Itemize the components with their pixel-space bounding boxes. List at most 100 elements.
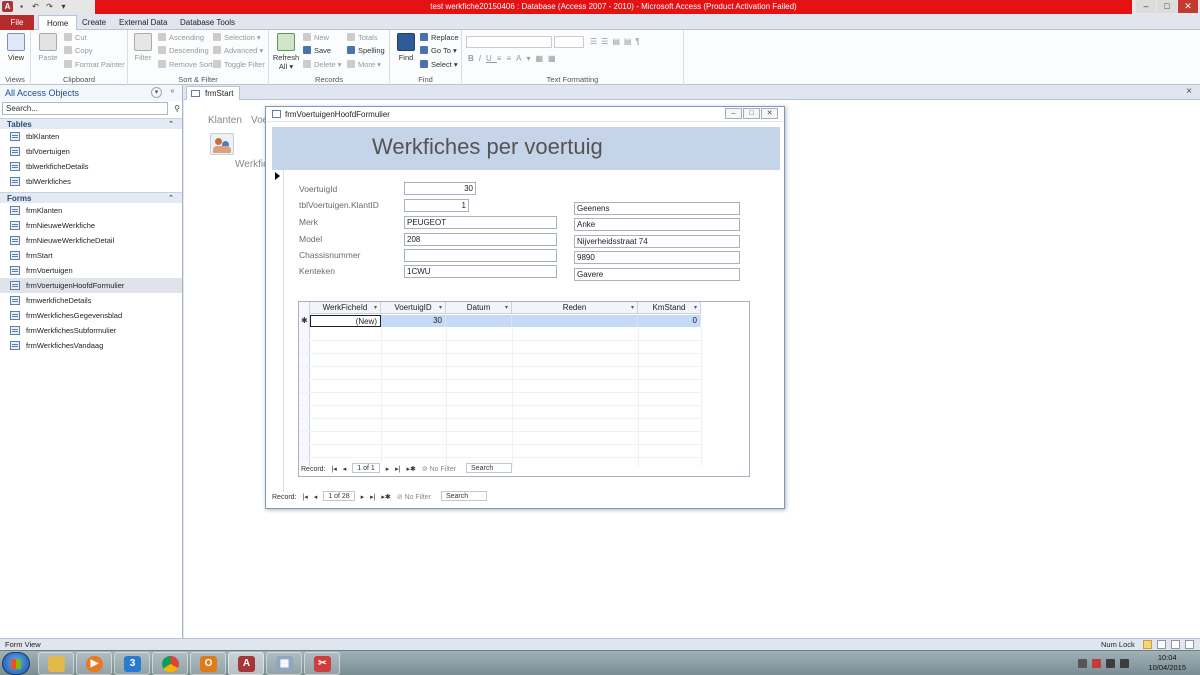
shutter-bar-icon[interactable]: « xyxy=(167,87,178,98)
find-button[interactable]: Find xyxy=(391,33,421,62)
dropdown-icon[interactable]: ▾ xyxy=(505,302,508,314)
nav-item-frmnieuwewerkfichedetail[interactable]: frmNieuweWerkficheDetail xyxy=(0,233,182,248)
tray-arrow-icon[interactable] xyxy=(1078,659,1087,668)
descending-button[interactable]: Descending xyxy=(158,45,209,57)
paste-button[interactable]: Paste xyxy=(33,33,63,62)
nav-search-input[interactable]: Search... ⚲ xyxy=(2,102,180,115)
network-icon[interactable] xyxy=(1106,659,1115,668)
dropdown-icon[interactable]: ▾ xyxy=(631,302,634,314)
save-icon[interactable]: ▪ xyxy=(16,1,27,12)
new-record-button[interactable]: ▸✱ xyxy=(381,492,390,504)
first-record-button[interactable]: |◂ xyxy=(302,492,307,504)
popup-maximize-button[interactable]: □ xyxy=(743,108,760,119)
taskbar-chrome[interactable] xyxy=(152,652,188,675)
nav-item-frmnieuwewerkfiche[interactable]: frmNieuweWerkfiche xyxy=(0,218,182,233)
cell-werkficheid[interactable]: (New) xyxy=(310,315,381,327)
tab-file[interactable]: File xyxy=(0,15,34,30)
model-field[interactable]: 208 xyxy=(404,233,557,246)
selection-button[interactable]: Selection ▾ xyxy=(213,32,261,44)
totals-button[interactable]: Totals xyxy=(347,32,378,44)
tab-database-tools[interactable]: Database Tools xyxy=(172,15,243,30)
go-to-button[interactable]: Go To ▾ xyxy=(420,45,457,57)
previous-record-button[interactable]: ◂ xyxy=(314,492,318,504)
klant-adres-field[interactable]: Nijverheidsstraat 74 xyxy=(574,235,740,248)
tray-flag-icon[interactable] xyxy=(1092,659,1101,668)
voertuigid-field[interactable]: 30 xyxy=(404,182,476,195)
refresh-all-button[interactable]: Refresh All ▾ xyxy=(271,33,301,71)
nav-item-tblwerkfiches[interactable]: tblWerkfiches xyxy=(0,174,182,189)
redo-icon[interactable]: ↷ xyxy=(44,1,55,12)
next-record-button[interactable]: ▸ xyxy=(361,492,365,504)
minimize-button[interactable]: – xyxy=(1136,0,1156,13)
advanced-button[interactable]: Advanced ▾ xyxy=(213,45,263,57)
remove-sort-button[interactable]: Remove Sort xyxy=(158,59,213,71)
customize-toolbar-icon[interactable]: ▾ xyxy=(58,1,69,12)
taskbar-explorer[interactable] xyxy=(38,652,74,675)
search-icon[interactable]: ⚲ xyxy=(174,103,180,114)
popup-close-button[interactable]: ✕ xyxy=(761,108,778,119)
column-header-datum[interactable]: Datum ▾ xyxy=(446,302,512,314)
nav-item-frmklanten[interactable]: frmKlanten xyxy=(0,203,182,218)
first-record-button[interactable]: |◂ xyxy=(331,464,336,476)
subform-record-position[interactable]: 1 of 1 xyxy=(352,463,380,473)
record-selector[interactable] xyxy=(272,170,284,492)
taskbar-access[interactable]: A xyxy=(228,652,264,675)
toggle-filter-button[interactable]: Toggle Filter xyxy=(213,59,265,71)
cell-datum[interactable] xyxy=(446,315,512,327)
view-button[interactable]: View xyxy=(1,33,31,62)
undo-icon[interactable]: ↶ xyxy=(30,1,41,12)
font-size-select[interactable] xyxy=(554,36,584,48)
format-painter-button[interactable]: Format Painter xyxy=(64,59,125,71)
column-header-kmstand[interactable]: KmStand ▾ xyxy=(638,302,701,314)
kenteken-field[interactable]: 1CWU xyxy=(404,265,557,278)
last-record-button[interactable]: ▸| xyxy=(370,492,375,504)
doc-tab-frmstart[interactable]: frmStart xyxy=(186,86,241,100)
taskbar-snipping-tool[interactable]: ✂ xyxy=(304,652,340,675)
column-header-reden[interactable]: Reden ▾ xyxy=(512,302,638,314)
cell-voertuigid[interactable]: 30 xyxy=(381,315,446,327)
dropdown-icon[interactable]: ▾ xyxy=(694,302,697,314)
ascending-button[interactable]: Ascending xyxy=(158,32,204,44)
klant-gemeente-field[interactable]: Gavere xyxy=(574,268,740,281)
tab-create[interactable]: Create xyxy=(74,15,114,30)
nav-menu-icon[interactable]: ▾ xyxy=(151,87,162,98)
nav-item-frmstart[interactable]: frmStart xyxy=(0,248,182,263)
form-view-icon[interactable] xyxy=(1143,640,1152,649)
last-record-button[interactable]: ▸| xyxy=(395,464,400,476)
layout-view-icon[interactable] xyxy=(1157,640,1166,649)
popup-minimize-button[interactable]: – xyxy=(725,108,742,119)
start-button[interactable] xyxy=(2,652,30,675)
cell-kmstand[interactable]: 0 xyxy=(638,315,701,327)
taskbar-calendar[interactable]: 3 xyxy=(114,652,150,675)
klantid-field[interactable]: 1 xyxy=(404,199,469,212)
dropdown-icon[interactable]: ▾ xyxy=(439,302,442,314)
filter-button[interactable]: Filter xyxy=(128,33,158,62)
replace-button[interactable]: Replace xyxy=(420,32,459,44)
maximize-button[interactable]: □ xyxy=(1157,0,1177,13)
next-record-button[interactable]: ▸ xyxy=(386,464,390,476)
taskbar-outlook[interactable]: O xyxy=(190,652,226,675)
design-view-icon[interactable] xyxy=(1171,640,1180,649)
tab-klanten[interactable]: Klanten xyxy=(208,115,242,126)
chassis-field[interactable] xyxy=(404,249,557,262)
no-filter-button[interactable]: ⊘ No Filter xyxy=(422,464,460,476)
dropdown-icon[interactable]: ▾ xyxy=(374,302,377,314)
subform-search-input[interactable]: Search xyxy=(466,463,513,473)
nav-item-frmwerkfichessubformulier[interactable]: frmWerkfichesSubformulier xyxy=(0,323,182,338)
klant-naam-field[interactable]: Geenens xyxy=(574,202,740,215)
more-button[interactable]: More ▾ xyxy=(347,59,381,71)
nav-section-forms[interactable]: Forms ⌃ xyxy=(0,192,182,203)
tab-home[interactable]: Home xyxy=(38,15,78,30)
klant-voornaam-field[interactable]: Anke xyxy=(574,218,740,231)
form-search-input[interactable]: Search xyxy=(440,491,487,501)
column-header-voertuigid[interactable]: VoertuigID ▾ xyxy=(381,302,446,314)
previous-record-button[interactable]: ◂ xyxy=(343,464,347,476)
nav-item-tblwerkfichedetails[interactable]: tblwerkficheDetails xyxy=(0,159,182,174)
klant-postcode-field[interactable]: 9890 xyxy=(574,251,740,264)
datasheet-view-icon[interactable] xyxy=(1185,640,1194,649)
nav-item-tblvoertuigen[interactable]: tblVoertuigen xyxy=(0,144,182,159)
font-name-select[interactable] xyxy=(466,36,552,48)
no-filter-button[interactable]: ⊘ No Filter xyxy=(397,492,435,504)
cell-reden[interactable] xyxy=(512,315,638,327)
tab-external-data[interactable]: External Data xyxy=(111,15,175,30)
